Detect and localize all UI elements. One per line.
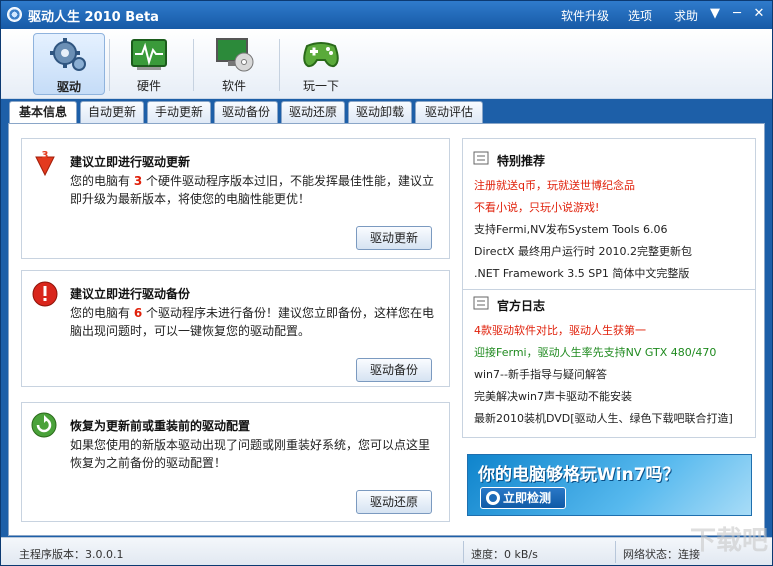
driver-backup-button[interactable]: 驱动备份 [356,358,432,382]
update-count: 3 [133,174,143,188]
main-content: 3 建议立即进行驱动更新 您的电脑有 3 个硬件驱动程序版本过旧，不能发挥最佳性… [8,123,765,536]
app-window: 驱动人生 2010 Beta 软件升级 选项 求助 ▼ ─ ✕ 驱动 硬件 软件… [0,0,773,566]
speed-value: 0 kB/s [504,548,538,561]
main-toolbar: 驱动 硬件 软件 玩一下 [1,29,772,99]
driver-update-button[interactable]: 驱动更新 [356,226,432,250]
tab-auto-update[interactable]: 自动更新 [80,101,144,123]
win7-banner[interactable]: 你的电脑够格玩Win7吗？ 立即检测 [467,454,752,516]
banner-text: 你的电脑够格玩Win7吗？ [478,465,680,485]
blog-link[interactable]: 完美解决win7声卡驱动不能安装 [474,388,632,404]
tab-driver-backup[interactable]: 驱动备份 [214,101,278,123]
app-logo-icon [7,7,22,22]
version-status: 主程序版本：3.0.0.1 [19,548,124,561]
backup-description: 您的电脑有 6 个驱动程序未进行备份！建议您立即备份，这样您在电脑出现问题时，可… [70,306,435,338]
toolbar-hardware-button[interactable]: 硬件 [113,33,185,95]
toolbar-divider [193,39,194,91]
update-title: 建议立即进行驱动更新 [70,155,191,169]
blog-icon [473,296,489,310]
toolbar-software-label: 软件 [221,79,246,93]
recommend-title: 特别推荐 [497,154,546,168]
minimize-icon[interactable]: ─ [729,6,745,22]
toolbar-driver-label: 驱动 [56,80,81,94]
news-divider [463,289,755,290]
tab-driver-evaluate[interactable]: 驱动评估 [415,101,483,123]
tab-driver-restore[interactable]: 驱动还原 [281,101,345,123]
backup-count: 6 [133,306,143,320]
svg-text:3: 3 [42,150,49,161]
toolbar-software-button[interactable]: 软件 [198,33,270,95]
news-panel: 特别推荐 注册就送q币，玩就送世博纪念品 不看小说，只玩小说游戏! 支持Fermi,… [462,138,756,438]
menu-software-upgrade[interactable]: 软件升级 [561,7,609,24]
status-bar: 主程序版本：3.0.0.1 速度：0 kB/s 网络状态：连接 [1,537,772,565]
blog-link[interactable]: 最新2010装机DVD[驱动人生、绿色下载吧联合打造] [474,410,733,426]
toolbar-play-label: 玩一下 [302,79,339,93]
check-now-button[interactable]: 立即检测 [480,487,566,509]
driver-restore-button[interactable]: 驱动还原 [356,490,432,514]
gear-icon [50,38,86,71]
backup-panel: 建议立即进行驱动备份 您的电脑有 6 个驱动程序未进行备份！建议您立即备份，这样… [21,270,450,387]
recommend-link[interactable]: 支持Fermi,NV发布System Tools 6.06 [474,221,667,237]
toolbar-hardware-label: 硬件 [136,79,161,93]
dropdown-arrow-icon[interactable]: ▼ [707,6,723,22]
blog-link[interactable]: 迎接Fermi，驱动人生率先支持NV GTX 480/470 [474,344,716,360]
blog-link[interactable]: win7--新手指导与疑问解答 [474,366,607,382]
toolbar-divider [279,39,280,91]
toolbar-play-button[interactable]: 玩一下 [285,33,357,95]
update-description: 您的电脑有 3 个硬件驱动程序版本过旧，不能发挥最佳性能，建议立即升级为最新版本… [70,174,435,206]
window-title: 驱动人生 2010 Beta [28,10,159,25]
toolbar-driver-button[interactable]: 驱动 [33,33,105,95]
check-icon [486,491,500,505]
restore-title: 恢复为更新前或重装前的驱动配置 [70,419,251,433]
close-icon[interactable]: ✕ [751,6,767,22]
restore-icon [31,412,57,438]
hardware-icon [131,39,167,70]
restore-description: 如果您使用的新版本驱动出现了问题或刚重装好系统，您可以点这里恢复为之前备份的驱动… [70,438,431,470]
tab-driver-uninstall[interactable]: 驱动卸载 [348,101,412,123]
speed-status: 速度：0 kB/s [471,548,538,561]
network-status: 网络状态：连接 [623,548,700,561]
recommend-icon [473,151,489,165]
status-divider [615,541,616,563]
toolbar-divider [109,39,110,91]
software-icon [216,38,254,72]
gamepad-icon [303,42,339,68]
check-now-label: 立即检测 [503,491,552,505]
backup-title: 建议立即进行驱动备份 [70,287,191,301]
recommend-link[interactable]: 不看小说，只玩小说游戏! [474,199,599,215]
blog-title: 官方日志 [497,299,546,313]
version-value: 3.0.0.1 [85,548,124,561]
recommend-link[interactable]: .NET Framework 3.5 SP1 简体中文完整版 [474,265,689,281]
recommend-link[interactable]: DirectX 最终用户运行时 2010.2完整更新包 [474,243,692,259]
warning-icon [32,281,58,307]
update-panel: 3 建议立即进行驱动更新 您的电脑有 3 个硬件驱动程序版本过旧，不能发挥最佳性… [21,138,450,259]
blog-link[interactable]: 4款驱动软件对比，驱动人生获第一 [474,322,646,338]
tab-basic-info[interactable]: 基本信息 [9,101,77,124]
restore-panel: 恢复为更新前或重装前的驱动配置 如果您使用的新版本驱动出现了问题或刚重装好系统，… [21,402,450,522]
status-divider [463,541,464,563]
menu-options[interactable]: 选项 [628,7,652,24]
update-alert-icon: 3 [35,150,55,177]
recommend-link[interactable]: 注册就送q币，玩就送世博纪念品 [474,177,635,193]
tab-manual-update[interactable]: 手动更新 [147,101,211,123]
menu-help[interactable]: 求助 [674,7,698,24]
watermark-logo: 下载吧 [689,526,768,556]
title-bar: 驱动人生 2010 Beta 软件升级 选项 求助 ▼ ─ ✕ [1,1,772,29]
